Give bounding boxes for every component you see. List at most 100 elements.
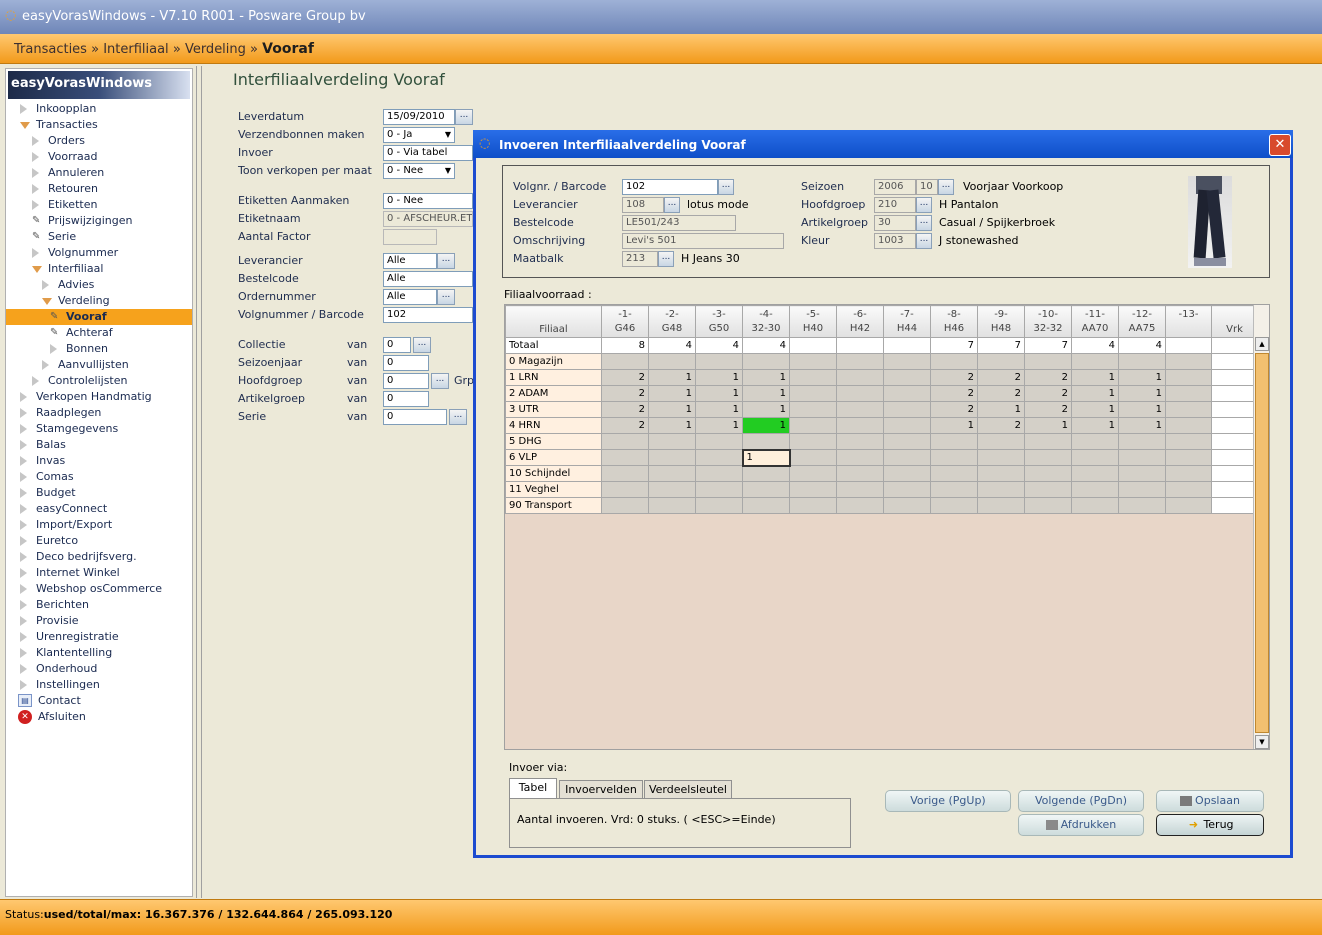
volgnummer-field[interactable]: 102 bbox=[383, 307, 473, 323]
stock-cell[interactable]: 2 bbox=[930, 401, 978, 418]
stock-cell[interactable]: 1 bbox=[695, 401, 743, 418]
stock-cell[interactable] bbox=[695, 433, 743, 450]
stock-cell[interactable] bbox=[836, 353, 884, 370]
leverancier-lookup-button[interactable]: ... bbox=[437, 253, 455, 269]
sidebar-item-contact[interactable]: ▤ Contact bbox=[6, 693, 192, 709]
stock-cell[interactable] bbox=[648, 481, 696, 498]
stock-cell[interactable] bbox=[883, 401, 931, 418]
stock-cell[interactable] bbox=[648, 433, 696, 450]
stock-cell[interactable] bbox=[1024, 481, 1072, 498]
leverancier-field[interactable]: Alle bbox=[383, 253, 437, 269]
stock-cell[interactable] bbox=[836, 449, 884, 466]
sidebar-item-internet-winkel[interactable]: Internet Winkel bbox=[6, 565, 192, 581]
stock-cell[interactable] bbox=[1165, 449, 1212, 466]
stock-cell[interactable]: 2 bbox=[1024, 369, 1072, 386]
stock-cell[interactable]: 1 bbox=[648, 417, 696, 434]
seizoen-lookup-button[interactable]: ... bbox=[938, 179, 954, 195]
sidebar-item-transacties[interactable]: Transacties bbox=[6, 117, 192, 133]
stock-cell[interactable] bbox=[601, 353, 649, 370]
sidebar-item-voorraad[interactable]: Voorraad bbox=[6, 149, 192, 165]
stock-cell[interactable]: 1 bbox=[1071, 417, 1119, 434]
stock-cell[interactable] bbox=[1118, 465, 1166, 482]
sidebar-item-deco-bedrijfsverg[interactable]: Deco bedrijfsverg. bbox=[6, 549, 192, 565]
sidebar-item-berichten[interactable]: Berichten bbox=[6, 597, 192, 613]
stock-cell[interactable] bbox=[883, 369, 931, 386]
sidebar-item-easyconnect[interactable]: easyConnect bbox=[6, 501, 192, 517]
stock-cell[interactable]: 1 bbox=[648, 385, 696, 402]
stock-cell[interactable] bbox=[1118, 481, 1166, 498]
sidebar-item-instellingen[interactable]: Instellingen bbox=[6, 677, 192, 693]
tab-tabel[interactable]: Tabel bbox=[509, 778, 557, 798]
stock-cell[interactable] bbox=[977, 433, 1025, 450]
stock-cell[interactable] bbox=[836, 465, 884, 482]
sidebar-item-retouren[interactable]: Retouren bbox=[6, 181, 192, 197]
stock-cell[interactable] bbox=[789, 369, 837, 386]
stock-cell[interactable] bbox=[1024, 353, 1072, 370]
stock-cell[interactable] bbox=[789, 465, 837, 482]
stock-cell[interactable]: 1 bbox=[1071, 369, 1119, 386]
stock-cell[interactable] bbox=[977, 449, 1025, 466]
sidebar-item-advies[interactable]: Advies bbox=[6, 277, 192, 293]
stock-cell[interactable] bbox=[601, 449, 649, 466]
print-button[interactable]: Afdrukken bbox=[1018, 814, 1144, 836]
stock-cell[interactable] bbox=[601, 465, 649, 482]
stock-cell[interactable] bbox=[930, 481, 978, 498]
stock-cell[interactable] bbox=[1165, 497, 1212, 514]
stock-cell[interactable] bbox=[1165, 401, 1212, 418]
sidebar-item-budget[interactable]: Budget bbox=[6, 485, 192, 501]
stock-cell[interactable] bbox=[789, 433, 837, 450]
collectie-lookup-button[interactable]: ... bbox=[413, 337, 431, 353]
volgnr-field[interactable]: 102 bbox=[622, 179, 718, 195]
stock-cell[interactable]: 2 bbox=[1024, 385, 1072, 402]
stock-cell[interactable] bbox=[1118, 497, 1166, 514]
stock-cell[interactable] bbox=[601, 433, 649, 450]
etiketten-select[interactable]: 0 - Nee bbox=[383, 193, 473, 209]
stock-cell[interactable] bbox=[930, 353, 978, 370]
seizoenjaar-field[interactable]: 0 bbox=[383, 355, 429, 371]
tab-invoervelden[interactable]: Invoervelden bbox=[559, 780, 643, 798]
sidebar-item-inkoopplan[interactable]: Inkoopplan bbox=[6, 101, 192, 117]
stock-cell[interactable] bbox=[695, 449, 743, 466]
bestelcode-field[interactable]: Alle bbox=[383, 271, 473, 287]
sidebar-item-urenregistratie[interactable]: Urenregistratie bbox=[6, 629, 192, 645]
artikelgroep-lookup-button[interactable]: ... bbox=[916, 215, 932, 231]
stock-cell[interactable] bbox=[601, 481, 649, 498]
stock-cell[interactable]: 1 bbox=[1024, 417, 1072, 434]
stock-cell[interactable] bbox=[742, 353, 790, 370]
sidebar-item-etiketten[interactable]: Etiketten bbox=[6, 197, 192, 213]
stock-cell[interactable] bbox=[1118, 449, 1166, 466]
maatbalk-lookup-button[interactable]: ... bbox=[658, 251, 674, 267]
toon-verkopen-select[interactable]: 0 - Nee bbox=[383, 163, 455, 179]
sidebar-item-aanvullijsten[interactable]: Aanvullijsten bbox=[6, 357, 192, 373]
volgnr-lookup-button[interactable]: ... bbox=[718, 179, 734, 195]
stock-cell[interactable] bbox=[648, 449, 696, 466]
stock-cell[interactable]: 1 bbox=[695, 385, 743, 402]
stock-cell[interactable] bbox=[601, 497, 649, 514]
leverdatum-field[interactable]: 15/09/2010 bbox=[383, 109, 455, 125]
stock-cell[interactable] bbox=[883, 449, 931, 466]
stock-cell[interactable] bbox=[1165, 353, 1212, 370]
sidebar-item-provisie[interactable]: Provisie bbox=[6, 613, 192, 629]
stock-cell[interactable]: 2 bbox=[601, 385, 649, 402]
hoofdgroep-field[interactable]: 0 bbox=[383, 373, 429, 389]
stock-cell[interactable] bbox=[1165, 417, 1212, 434]
stock-cell[interactable]: 1 bbox=[1071, 401, 1119, 418]
stock-cell[interactable] bbox=[695, 497, 743, 514]
kleur-lookup-button[interactable]: ... bbox=[916, 233, 932, 249]
sidebar-item-annuleren[interactable]: Annuleren bbox=[6, 165, 192, 181]
stock-cell[interactable]: 1 bbox=[977, 401, 1025, 418]
stock-cell[interactable] bbox=[930, 433, 978, 450]
verzendbonnen-select[interactable]: 0 - Ja bbox=[383, 127, 455, 143]
breadcrumb-verdeling[interactable]: Verdeling bbox=[185, 42, 246, 57]
stock-cell[interactable] bbox=[1165, 433, 1212, 450]
stock-cell[interactable] bbox=[789, 481, 837, 498]
stock-cell[interactable] bbox=[789, 353, 837, 370]
stock-cell[interactable]: 2 bbox=[977, 385, 1025, 402]
stock-cell[interactable] bbox=[836, 481, 884, 498]
stock-cell[interactable] bbox=[836, 417, 884, 434]
stock-cell[interactable]: 1 bbox=[930, 417, 978, 434]
sidebar-item-vooraf[interactable]: ✎ Vooraf bbox=[6, 309, 192, 325]
stock-cell[interactable] bbox=[1024, 497, 1072, 514]
sidebar-item-klantentelling[interactable]: Klantentelling bbox=[6, 645, 192, 661]
previous-button[interactable]: Vorige (PgUp) bbox=[885, 790, 1011, 812]
